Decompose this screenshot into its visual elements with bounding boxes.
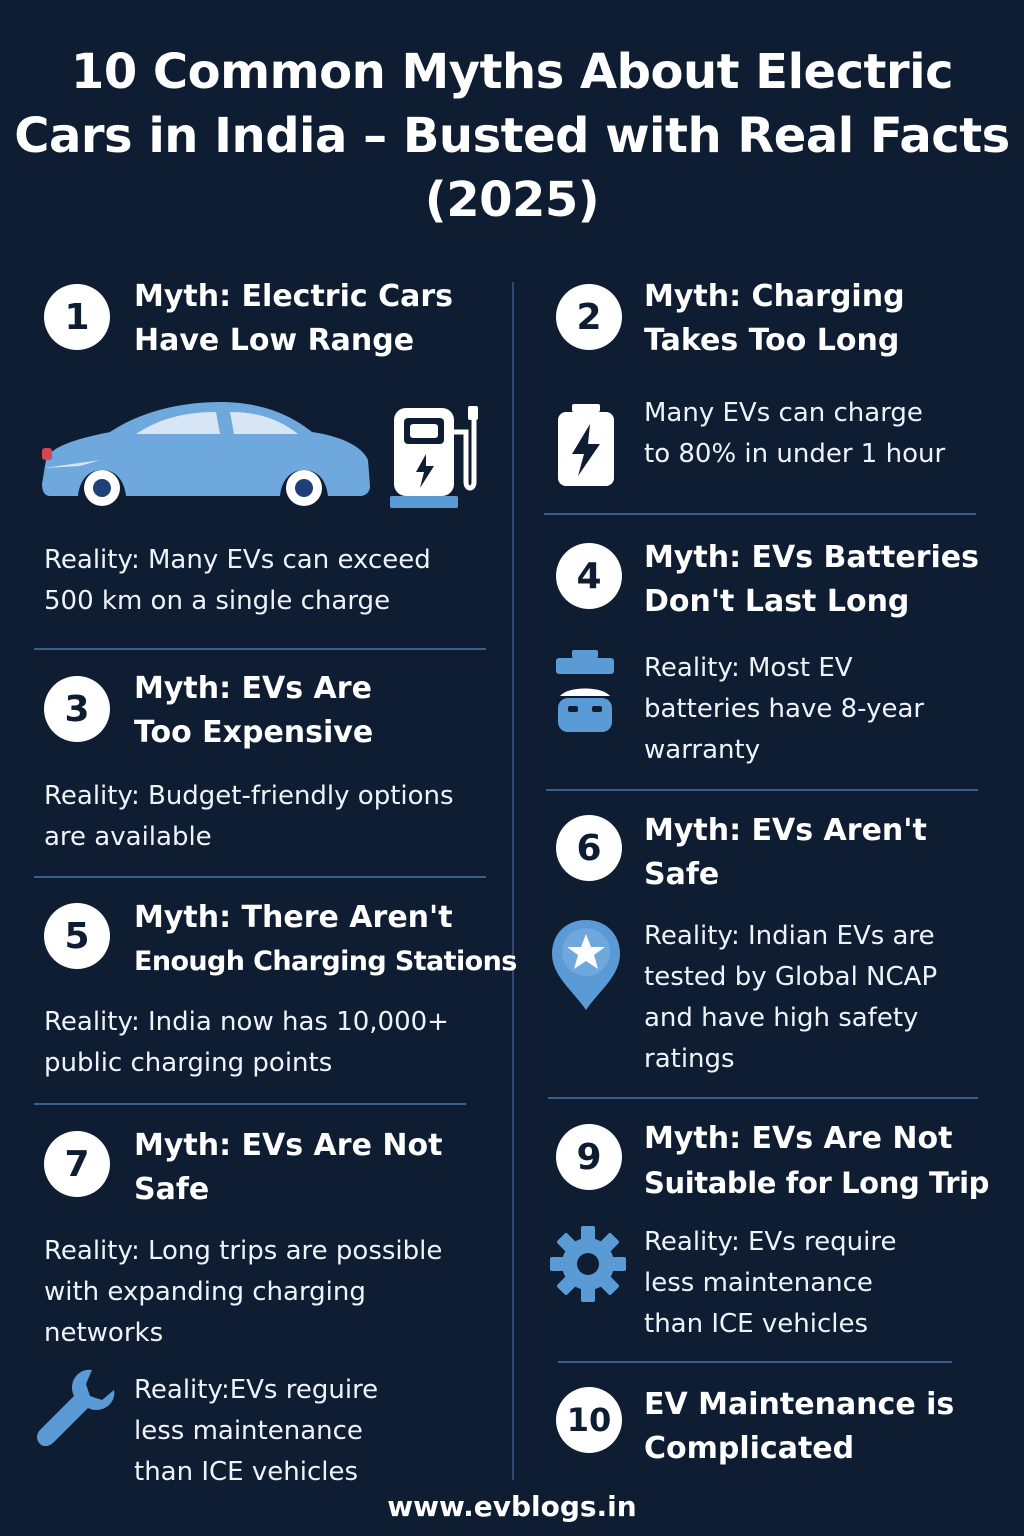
myth-2-reality-line-2: to 80% in under 1 hour bbox=[644, 439, 946, 469]
myth-7-reality: Reality: Long trips are possible with ex… bbox=[44, 1231, 442, 1354]
divider bbox=[558, 1361, 952, 1363]
wrench-icon bbox=[37, 1369, 115, 1446]
myth-6-badge: 6 bbox=[556, 815, 622, 881]
car-icon bbox=[42, 402, 370, 506]
myth-6-title-line-1: Myth: EVs Aren't bbox=[644, 813, 927, 848]
myth-7-extra-line-3: than ICE vehicles bbox=[134, 1457, 359, 1487]
divider bbox=[34, 876, 486, 878]
title-line-2: Cars in India – Busted with Real Facts bbox=[14, 108, 1010, 164]
myth-2-reality: Many EVs can charge to 80% in under 1 ho… bbox=[644, 393, 945, 475]
myth-6-reality-line-4: ratings bbox=[644, 1044, 735, 1074]
myth-7-title: Myth: EVs Are Not Safe bbox=[134, 1124, 442, 1212]
myth-5-badge: 5 bbox=[44, 903, 110, 969]
myth-10-badge: 10 bbox=[556, 1387, 622, 1453]
myth-1-title-line-2: Have Low Range bbox=[134, 323, 415, 358]
myth-7-extra-line-2: less maintenance bbox=[134, 1416, 363, 1446]
myth-6-reality-line-3: and have high safety bbox=[644, 1003, 919, 1033]
myth-9-title: Myth: EVs Are Not Suitable for Long Trip bbox=[644, 1117, 989, 1205]
myth-3-reality: Reality: Budget-friendly options are ava… bbox=[44, 776, 454, 858]
myth-3-reality-line-1: Reality: Budget-friendly options bbox=[44, 781, 454, 811]
title-line-1: 10 Common Myths About Electric bbox=[70, 44, 954, 100]
myth-9-title-line-1: Myth: EVs Are Not bbox=[644, 1121, 953, 1156]
myth-4-reality-line-1: Reality: Most EV bbox=[644, 653, 853, 683]
myth-5-title-line-2: Enough Charging Stations bbox=[134, 946, 517, 977]
divider bbox=[34, 648, 486, 650]
myth-4-reality-line-3: warranty bbox=[644, 735, 761, 765]
battery-charge-icon bbox=[558, 404, 614, 486]
myth-7-reality-line-1: Reality: Long trips are possible bbox=[44, 1236, 443, 1266]
divider bbox=[544, 513, 976, 515]
myth-10-title: EV Maintenance is Complicated bbox=[644, 1383, 954, 1471]
myth-7-reality-line-3: networks bbox=[44, 1318, 164, 1348]
title-line-3: (2025) bbox=[424, 172, 600, 228]
divider bbox=[548, 1097, 978, 1099]
myth-2-badge: 2 bbox=[556, 284, 622, 350]
myth-4-title: Myth: EVs Batteries Don't Last Long bbox=[644, 536, 979, 624]
myth-3-title: Myth: EVs Are Too Expensive bbox=[134, 667, 373, 755]
footer-url: www.evblogs.in bbox=[387, 1490, 637, 1523]
myth-9-badge: 9 bbox=[556, 1124, 622, 1190]
myth-6-title-line-2: Safe bbox=[644, 857, 720, 892]
myth-3-badge: 3 bbox=[44, 676, 110, 742]
myth-9-reality: Reality: EVs require less maintenance th… bbox=[644, 1222, 896, 1345]
divider bbox=[546, 789, 978, 791]
myth-3-title-line-2: Too Expensive bbox=[134, 715, 374, 750]
page-title: 10 Common Myths About Electric Cars in I… bbox=[0, 40, 1024, 232]
divider bbox=[34, 1103, 466, 1105]
myth-4-title-line-1: Myth: EVs Batteries bbox=[644, 540, 979, 575]
myth-4-title-line-2: Don't Last Long bbox=[644, 584, 910, 619]
myth-9-reality-line-3: than ICE vehicles bbox=[644, 1309, 869, 1339]
column-divider bbox=[512, 282, 514, 1480]
myth-2-title-line-2: Takes Too Long bbox=[644, 323, 900, 358]
myth-1-title-line-1: Myth: Electric Cars bbox=[134, 279, 454, 314]
myth-7-reality-line-2: with expanding charging bbox=[44, 1277, 366, 1307]
charging-station-icon bbox=[390, 406, 478, 508]
myth-6-title: Myth: EVs Aren't Safe bbox=[644, 809, 927, 897]
myth-3-title-line-1: Myth: EVs Are bbox=[134, 671, 372, 706]
myth-1-reality-line-2: 500 km on a single charge bbox=[44, 586, 391, 616]
myth-9-reality-line-1: Reality: EVs require bbox=[644, 1227, 897, 1257]
battery-pack-icon bbox=[556, 650, 614, 732]
myth-7-extra-reality: Reality:EVs reguire less maintenance tha… bbox=[134, 1370, 378, 1493]
myth-5-reality-line-2: public charging points bbox=[44, 1048, 333, 1078]
myth-5-title: Myth: There Aren't Enough Charging Stati… bbox=[134, 896, 517, 984]
myth-2-title-line-1: Myth: Charging bbox=[644, 279, 905, 314]
myth-9-title-line-2: Suitable for Long Trip bbox=[644, 1166, 990, 1200]
myth-3-reality-line-2: are available bbox=[44, 822, 212, 852]
gear-icon bbox=[550, 1226, 626, 1302]
myth-5-reality: Reality: India now has 10,000+ public ch… bbox=[44, 1002, 449, 1084]
shield-star-icon bbox=[552, 920, 620, 1010]
myth-9-reality-line-2: less maintenance bbox=[644, 1268, 873, 1298]
myth-4-reality-line-2: batteries have 8-year bbox=[644, 694, 925, 724]
myth-5-reality-line-1: Reality: India now has 10,000+ bbox=[44, 1007, 449, 1037]
myth-6-reality-line-2: tested by Global NCAP bbox=[644, 962, 938, 992]
myth-6-reality-line-1: Reality: Indian EVs are bbox=[644, 921, 935, 951]
myth-2-title: Myth: Charging Takes Too Long bbox=[644, 275, 905, 363]
myth-1-reality-line-1: Reality: Many EVs can exceed bbox=[44, 545, 431, 575]
myth-1-title: Myth: Electric Cars Have Low Range bbox=[134, 275, 453, 363]
myth-7-title-line-1: Myth: EVs Are Not bbox=[134, 1128, 443, 1163]
myth-7-badge: 7 bbox=[44, 1131, 110, 1197]
myth-4-badge: 4 bbox=[556, 543, 622, 609]
myth-1-reality: Reality: Many EVs can exceed 500 km on a… bbox=[44, 540, 431, 622]
myth-2-reality-line-1: Many EVs can charge bbox=[644, 398, 923, 428]
myth-7-title-line-2: Safe bbox=[134, 1172, 210, 1207]
myth-6-reality: Reality: Indian EVs are tested by Global… bbox=[644, 916, 937, 1080]
myth-7-extra-line-1: Reality:EVs reguire bbox=[134, 1375, 379, 1405]
myth-1-badge: 1 bbox=[44, 284, 110, 350]
myth-5-title-line-1: Myth: There Aren't bbox=[134, 900, 453, 935]
myth-10-title-line-1: EV Maintenance is bbox=[644, 1387, 955, 1422]
myth-4-reality: Reality: Most EV batteries have 8-year w… bbox=[644, 648, 924, 771]
myth-10-title-line-2: Complicated bbox=[644, 1431, 855, 1466]
